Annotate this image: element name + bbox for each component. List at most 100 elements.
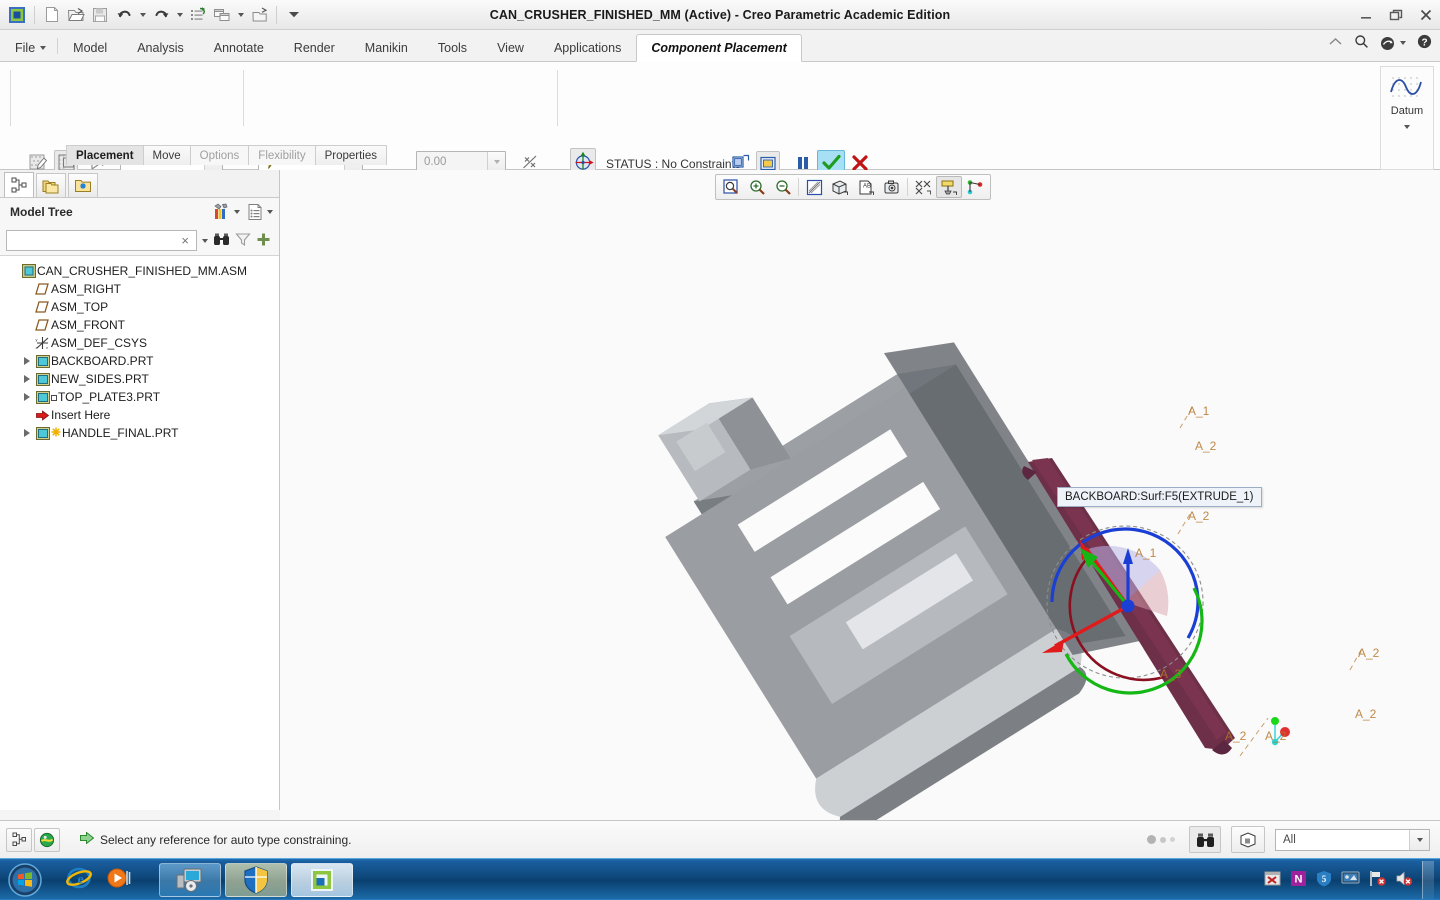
close-button[interactable]: [1418, 7, 1434, 23]
svg-text:x: x: [46, 345, 48, 350]
tab-analysis[interactable]: Analysis: [122, 34, 199, 61]
tree-item-assembly[interactable]: CAN_CRUSHER_FINISHED_MM.ASM: [6, 262, 279, 280]
tab-component-placement[interactable]: Component Placement: [636, 34, 802, 62]
subtab-placement[interactable]: Placement: [66, 145, 144, 165]
tree-item-new-sides[interactable]: NEW_SIDES.PRT: [6, 370, 279, 388]
customize-qat-icon[interactable]: [283, 4, 305, 26]
zoom-out-icon[interactable]: [770, 176, 796, 198]
favorites-tab[interactable]: [68, 173, 98, 197]
add-icon[interactable]: [256, 232, 271, 250]
settings-group[interactable]: [212, 203, 240, 221]
clear-search-icon[interactable]: ×: [178, 234, 192, 247]
tree-expander[interactable]: [20, 393, 34, 401]
tray-excel-icon[interactable]: [1264, 870, 1281, 890]
cad-model[interactable]: A_1 A_2 A_2 A_1 A_3 A_2 A_2 A_2 A_2: [280, 170, 1440, 820]
new-icon[interactable]: [41, 4, 63, 26]
subtab-properties[interactable]: Properties: [314, 145, 388, 165]
tray-network-icon[interactable]: [1369, 870, 1386, 890]
datum-group[interactable]: Datum: [1380, 66, 1434, 170]
folder-browser-tab[interactable]: [36, 173, 66, 197]
search-icon[interactable]: [1354, 34, 1369, 52]
model-tree: CAN_CRUSHER_FINISHED_MM.ASM ASM_RIGHT AS…: [0, 256, 279, 442]
spin-center-icon[interactable]: [962, 176, 988, 198]
repaint-icon[interactable]: [801, 176, 827, 198]
selection-box-button[interactable]: [1231, 826, 1265, 853]
tree-item-backboard[interactable]: BACKBOARD.PRT: [6, 352, 279, 370]
tree-item-asm-front[interactable]: ASM_FRONT: [6, 316, 279, 334]
save-icon[interactable]: [89, 4, 111, 26]
tray-volume-icon[interactable]: [1395, 870, 1413, 890]
tree-item-asm-def-csys[interactable]: y x z ASM_DEF_CSYS: [6, 334, 279, 352]
tab-annotate[interactable]: Annotate: [199, 34, 279, 61]
tree-expander[interactable]: [20, 357, 34, 365]
start-button[interactable]: [3, 861, 47, 899]
model-tree-tab[interactable]: [4, 172, 34, 197]
undo-dropdown-icon[interactable]: [137, 4, 148, 26]
close-window-icon[interactable]: [248, 4, 270, 26]
minimize-ribbon-icon[interactable]: [1328, 36, 1343, 51]
show-desktop-button[interactable]: [1422, 860, 1434, 899]
browser-toggle-button[interactable]: [34, 827, 60, 852]
svg-text:A_2: A_2: [1188, 509, 1210, 523]
subtab-flexibility[interactable]: Flexibility: [248, 145, 316, 165]
selection-filter-combo[interactable]: All: [1275, 828, 1430, 851]
search-chevron-down-icon[interactable]: [202, 238, 208, 243]
subtab-options[interactable]: Options: [189, 145, 250, 165]
search-tool-button[interactable]: [1189, 826, 1221, 853]
saved-orientations-icon[interactable]: AB: [853, 176, 879, 198]
taskbar-app-creo[interactable]: [291, 862, 353, 897]
minimize-button[interactable]: [1358, 7, 1374, 23]
creo-logo-icon[interactable]: [6, 4, 28, 26]
window-switch-icon[interactable]: [211, 4, 233, 26]
taskbar-app-security[interactable]: [225, 862, 287, 897]
display-group[interactable]: [247, 203, 273, 221]
tab-annotate-label: Annotate: [213, 41, 264, 55]
view-manager-icon[interactable]: [879, 176, 905, 198]
regenerate-icon[interactable]: [187, 4, 209, 26]
restore-button[interactable]: [1388, 7, 1404, 23]
tree-item-insert-here[interactable]: Insert Here: [6, 406, 279, 424]
tree-expander[interactable]: [20, 429, 34, 437]
tree-item-handle-final[interactable]: HANDLE_FINAL.PRT: [6, 424, 279, 442]
help-center-group[interactable]: [1380, 36, 1406, 51]
search-input-wrapper[interactable]: ×: [6, 230, 197, 251]
window-dropdown-icon[interactable]: [235, 4, 246, 26]
redo-icon[interactable]: [150, 4, 172, 26]
taskbar-app-setup[interactable]: [159, 862, 221, 897]
zoom-in-icon[interactable]: [744, 176, 770, 198]
tab-render[interactable]: Render: [279, 34, 350, 61]
datum-chevron-down-icon[interactable]: [1404, 125, 1410, 129]
tree-item-asm-right[interactable]: ASM_RIGHT: [6, 280, 279, 298]
media-player-icon[interactable]: [105, 864, 133, 895]
tray-onenote-icon[interactable]: N: [1290, 870, 1307, 890]
undo-icon[interactable]: [113, 4, 135, 26]
tree-expander[interactable]: [20, 375, 34, 383]
tab-tools[interactable]: Tools: [423, 34, 482, 61]
tree-item-asm-top[interactable]: ASM_TOP: [6, 298, 279, 316]
tree-item-top-plate3[interactable]: TOP_PLATE3.PRT: [6, 388, 279, 406]
tray-display-icon[interactable]: [1341, 870, 1360, 889]
tab-applications[interactable]: Applications: [539, 34, 636, 61]
tab-view[interactable]: View: [482, 34, 539, 61]
redo-dropdown-icon[interactable]: [174, 4, 185, 26]
display-style-icon[interactable]: [827, 176, 853, 198]
model-tree-toggle-button[interactable]: [6, 827, 32, 852]
filter-icon[interactable]: [235, 232, 251, 250]
datum-display-icon[interactable]: [910, 176, 936, 198]
ribbon-tab-strip: File Model Analysis Annotate Render Mani…: [0, 30, 1440, 62]
open-icon[interactable]: [65, 4, 87, 26]
selection-filter-dropdown-icon[interactable]: [1409, 829, 1429, 850]
refit-icon[interactable]: [718, 176, 744, 198]
annotation-display-icon[interactable]: [936, 176, 962, 198]
internet-explorer-icon[interactable]: e: [65, 864, 93, 895]
find-icon[interactable]: [213, 232, 230, 250]
help-icon[interactable]: ?: [1417, 34, 1432, 52]
subtab-move[interactable]: Move: [142, 145, 191, 165]
tray-shield-icon[interactable]: 5: [1316, 870, 1332, 890]
search-input[interactable]: [7, 232, 179, 249]
tab-manikin[interactable]: Manikin: [350, 34, 423, 61]
tab-file[interactable]: File: [0, 34, 57, 61]
offset-dropdown-icon[interactable]: [487, 152, 505, 172]
graphics-viewport[interactable]: A_1 A_2 A_2 A_1 A_3 A_2 A_2 A_2 A_2 AB B…: [280, 170, 1440, 820]
tab-model[interactable]: Model: [58, 34, 122, 61]
